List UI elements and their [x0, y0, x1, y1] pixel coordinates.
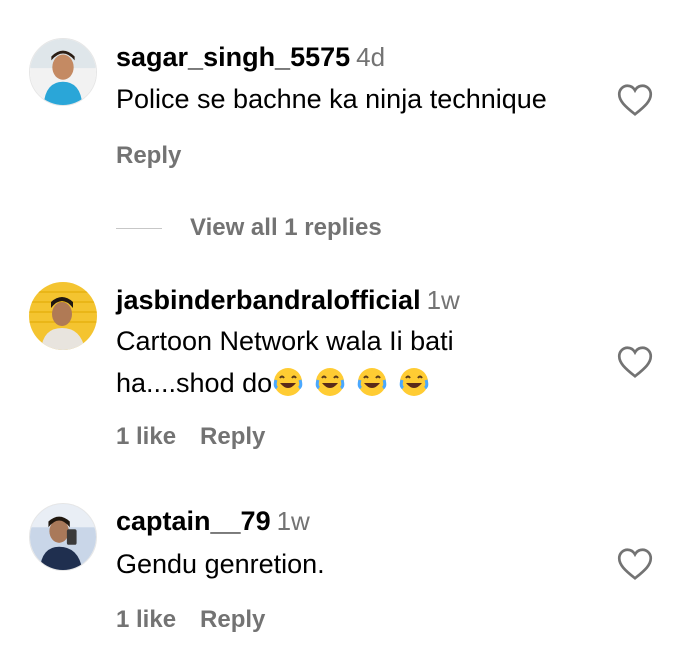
laughing-emoji-icon: [272, 366, 304, 398]
username[interactable]: sagar_singh_5575: [116, 42, 350, 72]
laughing-emoji-icon: [314, 366, 346, 398]
divider-line: [116, 227, 162, 229]
laughing-emoji-icon: [356, 366, 388, 398]
timestamp: 1w: [426, 285, 460, 315]
comment-header: jasbinderbandralofficial 1w: [116, 285, 460, 316]
comment-header: captain__79 1w: [116, 506, 310, 537]
reply-button[interactable]: Reply: [200, 606, 265, 633]
comment-text-line: ha....shod do: [116, 362, 556, 404]
likes-count[interactable]: 1 like: [116, 606, 176, 633]
comment-actions: 1 like Reply: [116, 423, 289, 451]
avatar[interactable]: [29, 38, 97, 106]
laughing-emoji-icon: [398, 366, 430, 398]
heart-icon[interactable]: [617, 547, 653, 581]
timestamp: 1w: [276, 506, 310, 536]
avatar-photo: [30, 504, 96, 570]
reply-button[interactable]: Reply: [200, 423, 265, 450]
comment-header: sagar_singh_5575 4d: [116, 42, 385, 73]
comment-text: Cartoon Network wala Ii bati ha....shod …: [116, 320, 556, 404]
avatar[interactable]: [29, 282, 97, 350]
avatar-photo: [30, 39, 96, 105]
likes-count[interactable]: 1 like: [116, 423, 176, 450]
view-replies-label: View all 1 replies: [190, 214, 382, 241]
view-replies-button[interactable]: View all 1 replies: [116, 212, 382, 244]
reply-button[interactable]: Reply: [116, 142, 181, 169]
heart-icon[interactable]: [617, 83, 653, 117]
timestamp: 4d: [356, 42, 386, 72]
comment-actions: Reply: [116, 142, 205, 170]
username[interactable]: captain__79: [116, 506, 271, 536]
avatar-photo: [29, 282, 97, 350]
avatar[interactable]: [29, 503, 97, 571]
comment-text: Gendu genretion.: [116, 549, 325, 579]
heart-icon[interactable]: [617, 345, 653, 379]
username[interactable]: jasbinderbandralofficial: [116, 285, 421, 315]
comment-actions: 1 like Reply: [116, 606, 289, 634]
comment-text: Police se bachne ka ninja technique: [116, 84, 547, 114]
comment-text-segment: ha....shod do: [116, 368, 273, 398]
comment-text-line: Cartoon Network wala Ii bati: [116, 326, 454, 356]
